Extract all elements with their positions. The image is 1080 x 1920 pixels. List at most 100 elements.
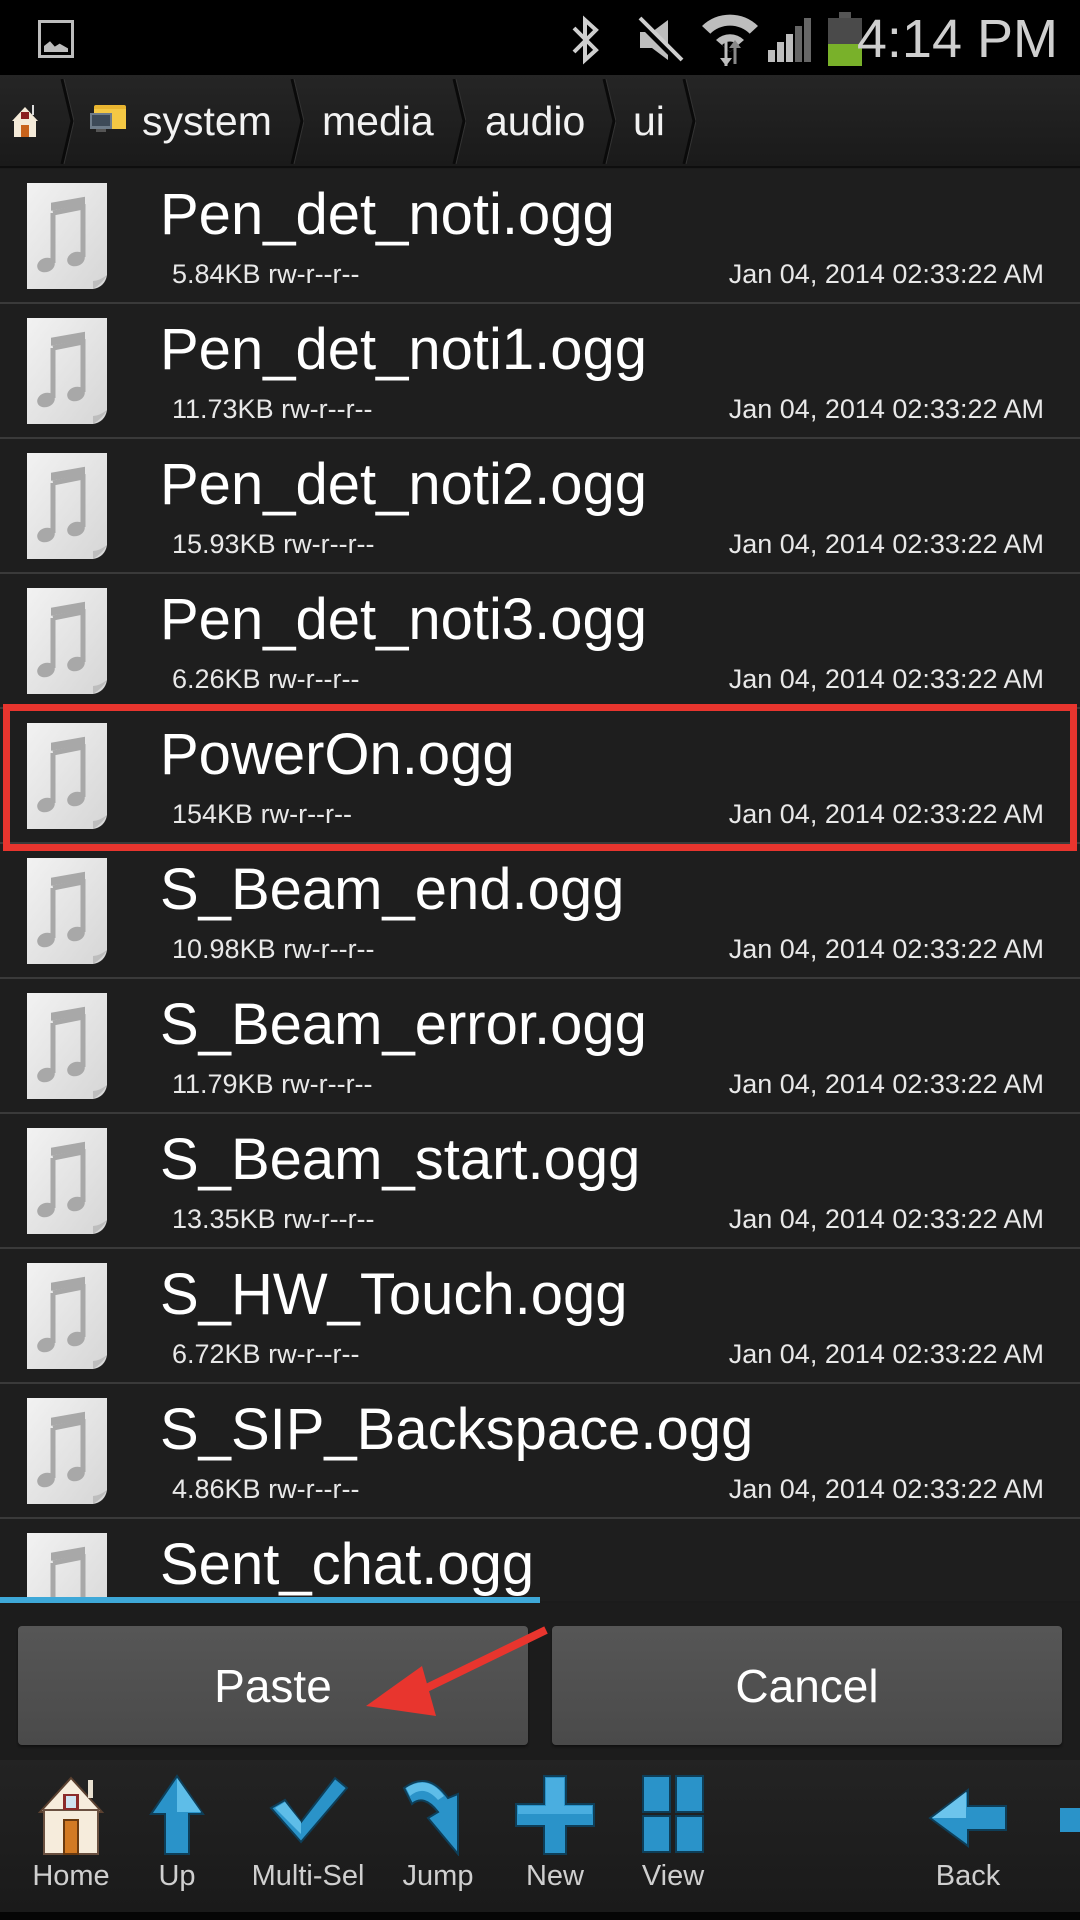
file-name: PowerOn.ogg xyxy=(160,722,515,787)
toolbar-label: View xyxy=(641,1860,705,1892)
file-size: 5.84KB xyxy=(172,259,261,289)
file-date: Jan 04, 2014 02:33:22 AM xyxy=(728,664,1044,694)
toolbar-label: Multi-Sel xyxy=(251,1860,365,1892)
file-size: 6.26KB xyxy=(172,664,261,694)
file-row[interactable]: S_SIP_Backspace.ogg 4.86KB rw-r--r-- Jan… xyxy=(0,1384,1080,1519)
breadcrumb-separator xyxy=(290,79,304,164)
breadcrumb-item-ui[interactable]: ui xyxy=(633,75,683,168)
audio-file-icon xyxy=(27,1533,107,1601)
mute-icon xyxy=(635,16,684,64)
file-permissions: rw-r--r-- xyxy=(283,1204,375,1234)
file-list[interactable]: Pen_det_noti.ogg 5.84KB rw-r--r-- Jan 04… xyxy=(0,169,1080,1601)
checkmark-icon xyxy=(269,1776,349,1844)
toolbar-label: Up xyxy=(158,1860,196,1892)
audio-file-icon xyxy=(27,183,107,289)
file-size: 4.86KB xyxy=(172,1474,261,1504)
toolbar-label: Back xyxy=(935,1860,1001,1892)
paste-button[interactable]: Paste xyxy=(18,1626,528,1745)
cancel-button[interactable]: Cancel xyxy=(552,1626,1062,1745)
gallery-notification-icon xyxy=(38,20,74,58)
file-name: Sent_chat.ogg xyxy=(160,1532,535,1597)
audio-file-icon xyxy=(27,318,107,424)
toolbar-jump-button[interactable]: Jump xyxy=(373,1760,503,1912)
file-row[interactable]: Pen_det_noti3.ogg 6.26KB rw-r--r-- Jan 0… xyxy=(0,574,1080,709)
breadcrumb-item-audio[interactable]: audio xyxy=(485,75,600,168)
jump-arrow-icon xyxy=(402,1779,459,1856)
signal-icon xyxy=(768,18,812,62)
toolbar-multi-select-button[interactable]: Multi-Sel xyxy=(243,1760,373,1912)
file-row[interactable]: Pen_det_noti1.ogg 11.73KB rw-r--r-- Jan … xyxy=(0,304,1080,439)
breadcrumb-label: system xyxy=(142,98,272,144)
file-permissions: rw-r--r-- xyxy=(281,1069,373,1099)
bottom-toolbar: Home Up Multi-Sel Jump New View Back xyxy=(0,1760,1080,1912)
file-date: Jan 04, 2014 02:33:22 AM xyxy=(728,1339,1044,1369)
file-row[interactable]: Pen_det_noti.ogg 5.84KB rw-r--r-- Jan 04… xyxy=(0,169,1080,304)
file-date: Jan 04, 2014 02:33:22 AM xyxy=(728,934,1044,964)
file-row[interactable]: Pen_det_noti2.ogg 15.93KB rw-r--r-- Jan … xyxy=(0,439,1080,574)
file-size-permissions: 10.98KB rw-r--r-- xyxy=(172,934,375,965)
toolbar-new-button[interactable]: New xyxy=(490,1760,620,1912)
clock: 4:14 PM xyxy=(856,9,1058,69)
file-name: S_HW_Touch.ogg xyxy=(160,1262,628,1327)
breadcrumb-separator xyxy=(602,79,616,164)
file-row[interactable]: S_Beam_error.ogg 11.79KB rw-r--r-- Jan 0… xyxy=(0,979,1080,1114)
file-size-permissions: 15.93KB rw-r--r-- xyxy=(172,529,375,560)
paste-action-bar: Paste Cancel xyxy=(0,1603,1080,1760)
audio-file-icon xyxy=(27,993,107,1099)
file-row-highlighted[interactable]: PowerOn.ogg 154KB rw-r--r-- Jan 04, 2014… xyxy=(0,709,1080,844)
file-size: 13.35KB xyxy=(172,1204,276,1234)
breadcrumb-label: audio xyxy=(485,98,586,144)
breadcrumb-item-media[interactable]: media xyxy=(322,75,452,168)
file-size: 154KB xyxy=(172,799,254,829)
file-size: 15.93KB xyxy=(172,529,276,559)
home-icon xyxy=(38,1776,104,1855)
file-permissions: rw-r--r-- xyxy=(281,394,373,424)
breadcrumb-label: media xyxy=(322,98,434,144)
breadcrumb-separator xyxy=(452,79,466,164)
file-row[interactable]: Sent_chat.ogg xyxy=(0,1519,1080,1601)
toolbar-bottom-edge xyxy=(0,1912,1080,1920)
file-date: Jan 04, 2014 02:33:22 AM xyxy=(728,529,1044,559)
file-size-permissions: 4.86KB rw-r--r-- xyxy=(172,1474,360,1505)
bluetooth-icon xyxy=(572,15,599,65)
file-name: Pen_det_noti2.ogg xyxy=(160,452,647,517)
breadcrumb-separator xyxy=(682,79,696,164)
file-row[interactable]: S_HW_Touch.ogg 6.72KB rw-r--r-- Jan 04, … xyxy=(0,1249,1080,1384)
file-row[interactable]: S_Beam_start.ogg 13.35KB rw-r--r-- Jan 0… xyxy=(0,1114,1080,1249)
file-permissions: rw-r--r-- xyxy=(268,1474,360,1504)
toolbar-label: New xyxy=(525,1860,584,1892)
file-size-permissions: 11.73KB rw-r--r-- xyxy=(172,394,373,425)
file-name: S_Beam_start.ogg xyxy=(160,1127,641,1192)
file-name: Pen_det_noti.ogg xyxy=(160,182,615,247)
toolbar-view-button[interactable]: View xyxy=(608,1760,738,1912)
audio-file-icon xyxy=(27,453,107,559)
file-date: Jan 04, 2014 02:33:22 AM xyxy=(728,1204,1044,1234)
file-date: Jan 04, 2014 02:33:22 AM xyxy=(728,1069,1044,1099)
audio-file-icon xyxy=(27,858,107,964)
file-date: Jan 04, 2014 02:33:22 AM xyxy=(728,259,1044,289)
file-size-permissions: 5.84KB rw-r--r-- xyxy=(172,259,360,290)
file-size-permissions: 6.72KB rw-r--r-- xyxy=(172,1339,360,1370)
file-date: Jan 04, 2014 02:33:22 AM xyxy=(728,1474,1044,1504)
file-name: S_SIP_Backspace.ogg xyxy=(160,1397,754,1462)
file-name: S_Beam_error.ogg xyxy=(160,992,647,1057)
audio-file-icon xyxy=(27,588,107,694)
file-row[interactable]: S_Beam_end.ogg 10.98KB rw-r--r-- Jan 04,… xyxy=(0,844,1080,979)
toolbar-up-button[interactable]: Up xyxy=(112,1760,242,1912)
toolbar-more-button[interactable] xyxy=(1060,1760,1080,1912)
file-permissions: rw-r--r-- xyxy=(268,259,360,289)
breadcrumb-home[interactable] xyxy=(0,75,66,168)
status-bar: 4:14 PM xyxy=(0,0,1080,75)
breadcrumb: system media audio ui xyxy=(0,75,1080,168)
file-permissions: rw-r--r-- xyxy=(268,1339,360,1369)
breadcrumb-item-system[interactable]: system xyxy=(80,75,290,168)
back-arrow-icon xyxy=(928,1788,1007,1848)
file-size: 11.79KB xyxy=(172,1069,274,1099)
toolbar-back-button[interactable]: Back xyxy=(903,1760,1033,1912)
breadcrumb-separator xyxy=(60,79,74,164)
file-permissions: rw-r--r-- xyxy=(260,799,353,829)
file-size: 11.73KB xyxy=(172,394,274,424)
toolbar-label: Jump xyxy=(402,1860,474,1892)
file-date: Jan 04, 2014 02:33:22 AM xyxy=(728,394,1044,424)
home-icon xyxy=(12,105,38,137)
